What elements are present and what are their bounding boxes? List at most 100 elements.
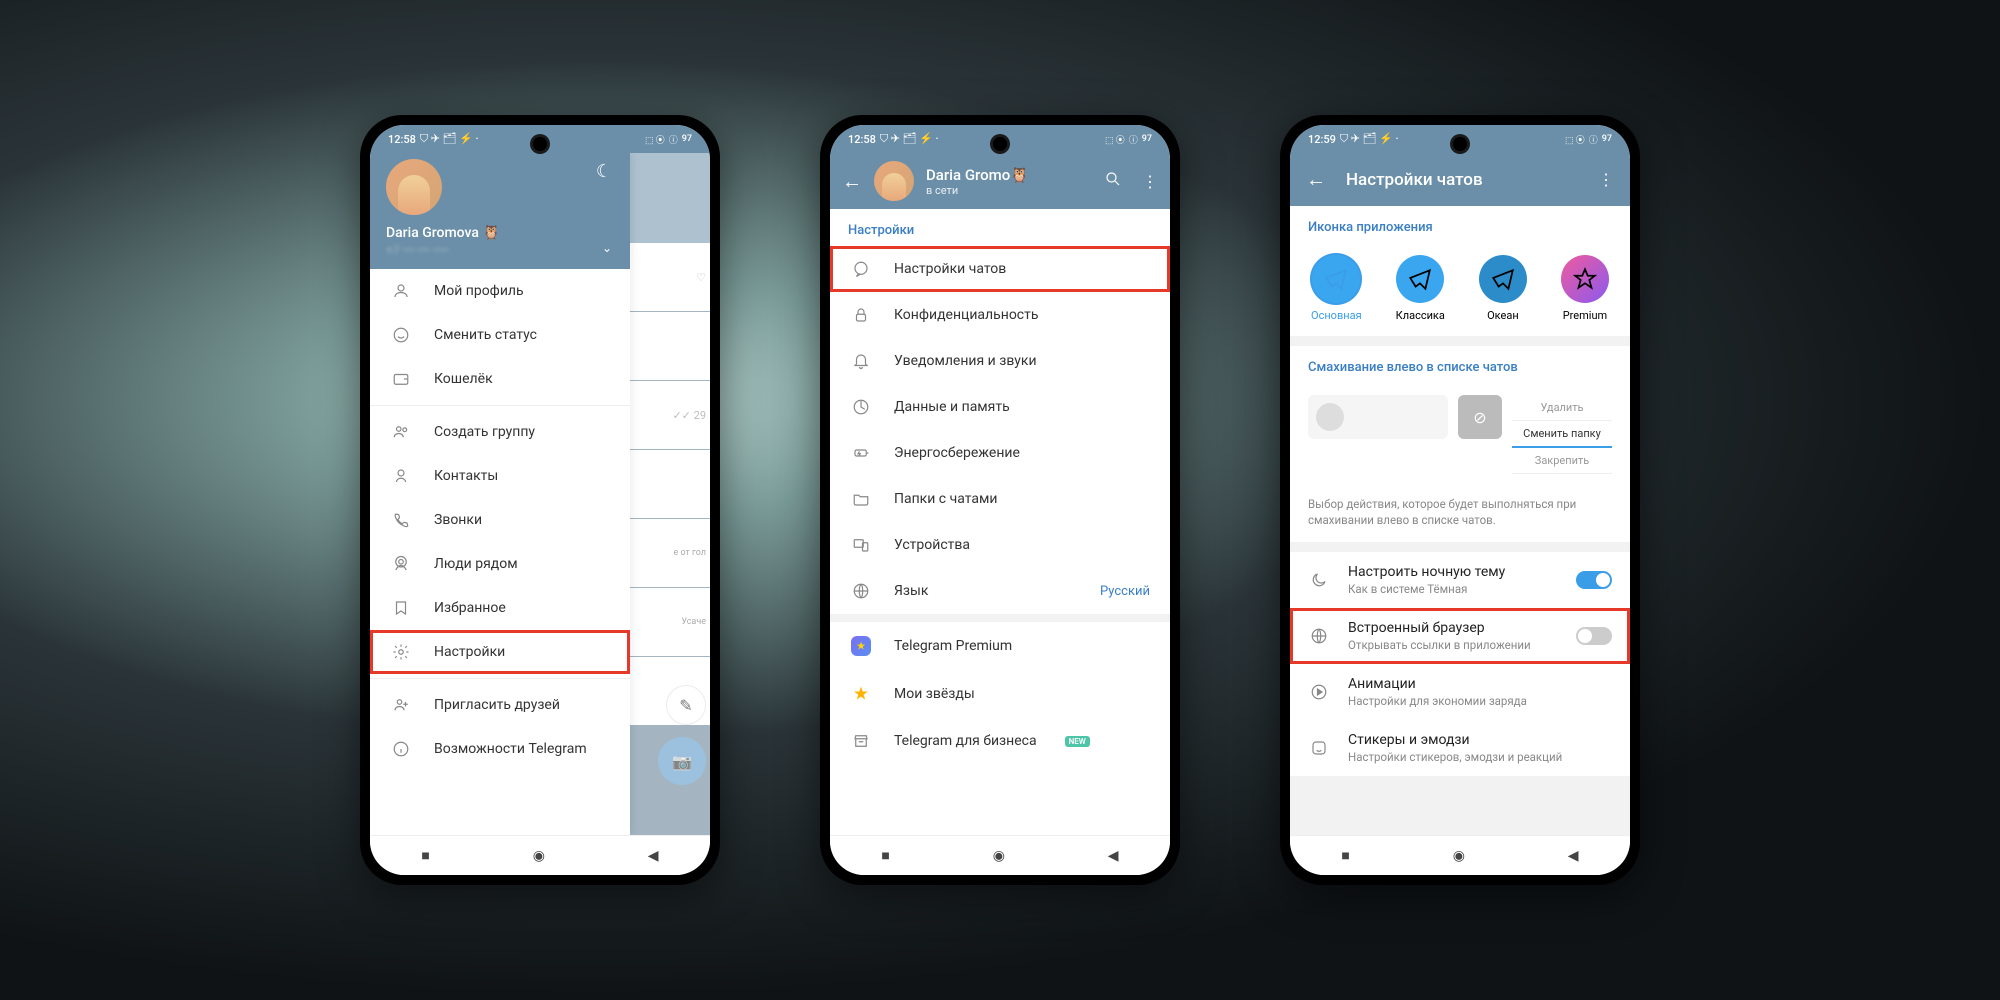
menu-wallet[interactable]: Кошелёк: [370, 357, 630, 401]
swipe-delete[interactable]: Удалить: [1512, 395, 1612, 421]
lock-icon: [850, 306, 872, 324]
chat-settings-header: ← Настройки чатов ⋮: [1290, 153, 1630, 206]
gear-icon: [390, 643, 412, 661]
menu-calls[interactable]: Звонки: [370, 498, 630, 542]
phone-2: 12:58⛉ ✈ 🗂 ⚡ · ⬚ ⦿ⓘ97 ← Daria Gromo🦉 в с…: [820, 115, 1180, 885]
status-bar: 12:58⛉ ✈ 🗂 ⚡ · ⬚ ⦿ⓘ97: [830, 125, 1170, 153]
icon-ocean[interactable]: Океан: [1479, 255, 1527, 322]
phone-3: 12:59⛉ ✈ 🗂 ⚡ · ⬚ ⦿ⓘ97 ← Настройки чатов …: [1280, 115, 1640, 885]
setting-data[interactable]: Данные и память: [830, 384, 1170, 430]
section-app-icon: Иконка приложения: [1290, 206, 1630, 243]
setting-stars[interactable]: Мои звёзды: [830, 670, 1170, 718]
smile-icon: [390, 326, 412, 344]
avatar[interactable]: [874, 161, 914, 201]
toggle-night-theme[interactable]: Настроить ночную тему Как в системе Тёмн…: [1290, 552, 1630, 608]
star-icon: [850, 684, 872, 704]
toggle-stickers[interactable]: Стикеры и эмодзи Настройки стикеров, эмо…: [1290, 720, 1630, 776]
icon-main[interactable]: Основная: [1311, 255, 1362, 322]
nearby-icon: [390, 555, 412, 573]
menu-list: Мой профиль Сменить статус Кошелёк Созда…: [370, 269, 630, 835]
avatar[interactable]: [386, 159, 442, 215]
menu-status[interactable]: Сменить статус: [370, 313, 630, 357]
chevron-down-icon[interactable]: ⌄: [602, 241, 612, 255]
nav-recent-icon[interactable]: ■: [421, 847, 429, 864]
search-icon[interactable]: [1104, 170, 1122, 192]
toggle-switch[interactable]: [1576, 571, 1612, 589]
swipe-hint: Выбор действия, которое будет выполнятьс…: [1290, 486, 1630, 542]
phone-icon: [390, 511, 412, 529]
setting-premium[interactable]: Telegram Premium: [830, 622, 1170, 670]
new-badge: NEW: [1065, 736, 1090, 747]
phone-blurred: +7 ••• ••• ••••: [386, 243, 614, 257]
folder-icon: [850, 490, 872, 508]
drawer-backdrop: ♡ ✓✓ 29 е от гол Усаче ✎ 📷: [630, 153, 710, 835]
setting-notifications[interactable]: Уведомления и звуки: [830, 338, 1170, 384]
status-bar: 12:59⛉ ✈ 🗂 ⚡ · ⬚ ⦿ⓘ97: [1290, 125, 1630, 153]
toggle-switch[interactable]: [1576, 627, 1612, 645]
nav-home-icon[interactable]: ◉: [533, 848, 545, 864]
menu-profile[interactable]: Мой профиль: [370, 269, 630, 313]
edit-fab[interactable]: ✎: [666, 685, 706, 725]
setting-language[interactable]: Язык Русский: [830, 568, 1170, 614]
settings-header: ← Daria Gromo🦉 в сети ⋮: [830, 153, 1170, 209]
toggle-browser[interactable]: Встроенный браузер Открывать ссылки в пр…: [1290, 608, 1630, 664]
back-icon[interactable]: ←: [842, 169, 862, 194]
setting-power[interactable]: Энергосбережение: [830, 430, 1170, 476]
bookmark-icon: [390, 599, 412, 617]
nav-recent-icon[interactable]: ■: [1341, 847, 1349, 864]
settings-list: Настройки Настройки чатов Конфиденциальн…: [830, 209, 1170, 835]
android-navbar: ■ ◉ ◀: [370, 835, 710, 875]
devices-icon: [850, 536, 872, 554]
nav-home-icon[interactable]: ◉: [993, 848, 1005, 864]
user-name: Daria Gromova🦉: [386, 225, 614, 241]
toggle-animations[interactable]: Анимации Настройки для экономии заряда: [1290, 664, 1630, 720]
icon-premium[interactable]: Premium: [1561, 255, 1609, 322]
setting-business[interactable]: Telegram для бизнеса NEW: [830, 718, 1170, 764]
setting-privacy[interactable]: Конфиденциальность: [830, 292, 1170, 338]
setting-folders[interactable]: Папки с чатами: [830, 476, 1170, 522]
invite-icon: [390, 696, 412, 714]
more-icon[interactable]: ⋮: [1598, 170, 1614, 189]
section-swipe: Смахивание влево в списке чатов: [1290, 346, 1630, 383]
user-icon: [390, 282, 412, 300]
menu-saved[interactable]: Избранное: [370, 586, 630, 630]
menu-settings[interactable]: Настройки: [370, 630, 630, 674]
android-navbar: ■ ◉ ◀: [830, 835, 1170, 875]
globe-icon: [850, 582, 872, 600]
sticker-icon: [1308, 739, 1330, 757]
swipe-change-folder[interactable]: Сменить папку: [1512, 421, 1612, 448]
nav-home-icon[interactable]: ◉: [1453, 848, 1465, 864]
menu-nearby[interactable]: Люди рядом: [370, 542, 630, 586]
icon-classic[interactable]: Классика: [1396, 255, 1445, 322]
chat-icon: [850, 260, 872, 278]
more-icon[interactable]: ⋮: [1142, 172, 1158, 191]
section-title: Настройки: [830, 209, 1170, 246]
globe-icon: [1308, 627, 1330, 645]
store-icon: [850, 732, 872, 750]
drawer-header: ☾ Daria Gromova🦉 +7 ••• ••• •••• ⌄: [370, 153, 630, 269]
moon-icon[interactable]: ☾: [596, 161, 612, 182]
page-title: Настройки чатов: [1346, 170, 1578, 190]
wallet-icon: [390, 370, 412, 388]
android-navbar: ■ ◉ ◀: [1290, 835, 1630, 875]
nav-back-icon[interactable]: ◀: [1568, 848, 1579, 864]
setting-chat-settings[interactable]: Настройки чатов: [830, 246, 1170, 292]
swipe-action-icon: ⊘: [1458, 395, 1502, 439]
drawer: ☾ Daria Gromova🦉 +7 ••• ••• •••• ⌄ Мой п…: [370, 153, 630, 835]
camera-fab[interactable]: 📷: [658, 737, 706, 785]
menu-invite[interactable]: Пригласить друзей: [370, 683, 630, 727]
setting-devices[interactable]: Устройства: [830, 522, 1170, 568]
back-icon[interactable]: ←: [1306, 167, 1326, 192]
bell-icon: [850, 352, 872, 370]
nav-back-icon[interactable]: ◀: [1108, 848, 1119, 864]
swipe-pin[interactable]: Закрепить: [1512, 448, 1612, 474]
nav-recent-icon[interactable]: ■: [881, 847, 889, 864]
phone-1: 12:58⛉ ✈ 🗂 ⚡ · ⬚ ⦿ⓘ97 ☾ Daria Gromova🦉 +…: [360, 115, 720, 885]
swipe-preview: ⊘ Удалить Сменить папку Закрепить: [1290, 383, 1630, 486]
play-icon: [1308, 683, 1330, 701]
menu-create-group[interactable]: Создать группу: [370, 410, 630, 454]
data-icon: [850, 398, 872, 416]
nav-back-icon[interactable]: ◀: [648, 848, 659, 864]
menu-contacts[interactable]: Контакты: [370, 454, 630, 498]
menu-features[interactable]: Возможности Telegram: [370, 727, 630, 771]
